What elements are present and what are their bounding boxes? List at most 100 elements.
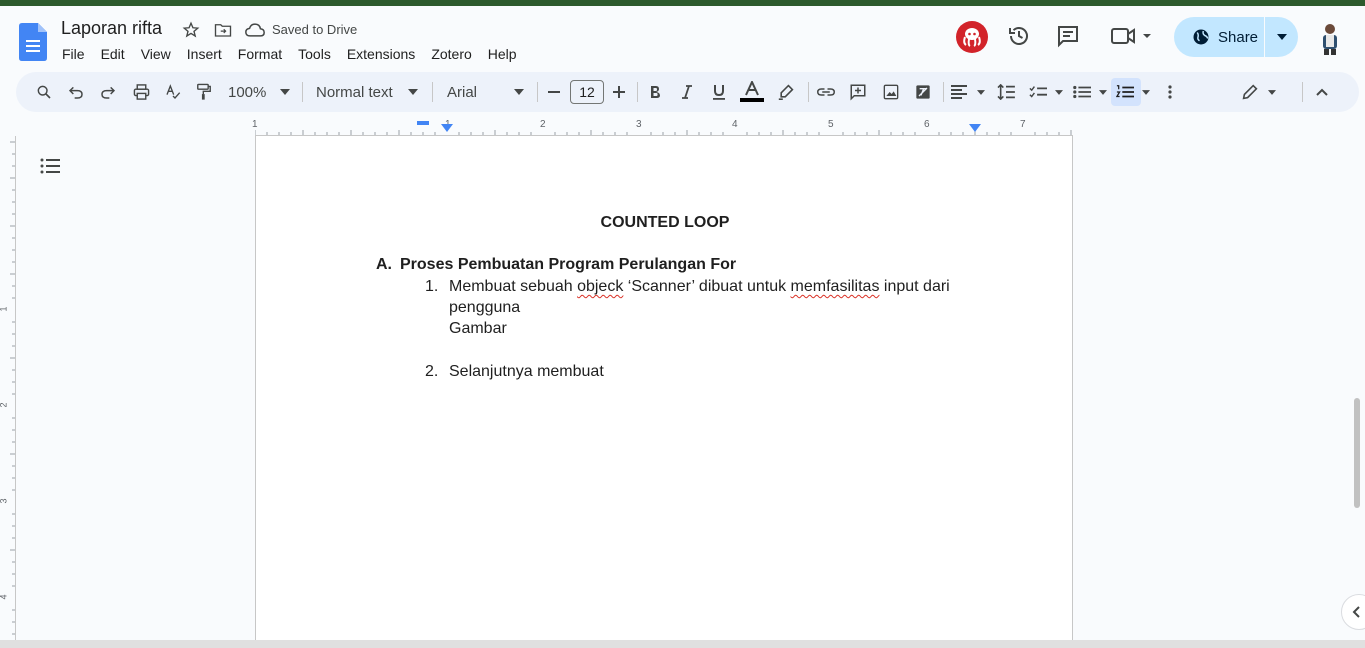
collapse-toolbar-icon[interactable] <box>1312 80 1332 104</box>
menu-view[interactable]: View <box>133 44 179 64</box>
clear-formatting-icon[interactable] <box>913 80 933 104</box>
document-outline-icon[interactable] <box>40 157 62 175</box>
align-select[interactable] <box>951 80 985 104</box>
paint-format-icon[interactable] <box>194 80 214 104</box>
ruler-number: 7 <box>1020 119 1026 130</box>
ruler-number: 3 <box>636 119 642 130</box>
undo-icon[interactable] <box>66 80 86 104</box>
user-avatar[interactable] <box>1316 21 1344 55</box>
list-item-text: Membuat sebuah objeck ‘Scanner’ dibuat u… <box>449 276 969 339</box>
vertical-scrollbar[interactable] <box>1354 398 1360 508</box>
globe-icon <box>1193 29 1209 45</box>
share-main[interactable]: Share <box>1174 17 1264 57</box>
first-line-indent-marker[interactable] <box>417 121 429 126</box>
version-history-icon[interactable] <box>1006 23 1032 49</box>
extension-octopus-icon[interactable] <box>956 21 988 53</box>
right-indent-marker[interactable] <box>969 124 981 134</box>
menu-edit[interactable]: Edit <box>93 44 133 64</box>
caret-down-icon <box>408 89 418 95</box>
cloud-saved-icon[interactable] <box>245 20 265 40</box>
insert-link-icon[interactable] <box>816 80 836 104</box>
caret-down-icon <box>977 89 985 95</box>
menu-tools[interactable]: Tools <box>290 44 339 64</box>
list-item-continuation: Gambar <box>449 320 507 337</box>
menu-zotero[interactable]: Zotero <box>423 44 479 64</box>
star-icon[interactable] <box>181 20 201 40</box>
add-comment-icon[interactable] <box>848 80 868 104</box>
caret-down-icon <box>280 89 290 95</box>
numbered-list-select[interactable] <box>1116 80 1150 104</box>
line-spacing-icon[interactable] <box>996 80 1016 104</box>
pencil-icon <box>1242 84 1258 100</box>
side-panel-toggle[interactable] <box>1341 594 1365 630</box>
caret-down-icon <box>1099 89 1107 95</box>
ruler-number: 5 <box>828 119 834 130</box>
underline-icon[interactable] <box>710 80 728 104</box>
font-family-select[interactable]: Arial <box>447 80 524 104</box>
document-title[interactable]: Laporan rifta <box>61 18 162 39</box>
spellcheck-icon[interactable] <box>163 80 183 104</box>
caret-down-icon <box>514 89 524 95</box>
vertical-ruler[interactable]: 1 2 3 4 <box>0 136 16 640</box>
zoom-select[interactable]: 100% <box>228 80 290 104</box>
print-icon[interactable] <box>131 80 151 104</box>
font-size-input[interactable]: 12 <box>570 80 604 104</box>
caret-down-icon <box>1142 89 1150 95</box>
toolbar-divider <box>943 82 944 102</box>
insert-image-icon[interactable] <box>881 80 901 104</box>
text-run: Membuat sebuah <box>449 278 578 295</box>
menu-format[interactable]: Format <box>230 44 290 64</box>
meet-icon[interactable] <box>1110 23 1154 49</box>
caret-down-icon <box>1268 89 1276 95</box>
numbered-list-icon <box>1116 85 1134 98</box>
caret-down-icon <box>1276 34 1287 40</box>
document-page[interactable]: COUNTED LOOP A. Proses Pembuatan Program … <box>255 136 1073 648</box>
more-options-icon[interactable] <box>1163 80 1177 104</box>
decrease-font-size-icon[interactable] <box>546 80 562 104</box>
style-value: Normal text <box>316 83 393 101</box>
misspelled-word[interactable]: objeck <box>577 278 623 295</box>
list-item-number: 1. <box>425 278 439 295</box>
checklist-select[interactable] <box>1029 80 1063 104</box>
save-status: Saved to Drive <box>272 22 358 37</box>
menu-file[interactable]: File <box>54 44 93 64</box>
increase-font-size-icon[interactable] <box>611 80 627 104</box>
toolbar-divider <box>1302 82 1303 102</box>
ruler-number: 2 <box>540 119 546 130</box>
text-run: ‘Scanner’ dibuat untuk <box>623 278 791 295</box>
comments-icon[interactable] <box>1055 23 1081 49</box>
search-menus-icon[interactable] <box>34 80 54 104</box>
left-indent-marker[interactable] <box>441 124 453 134</box>
ruler-number: 4 <box>732 119 738 130</box>
section-heading: A. Proses Pembuatan Program Perulangan Fo… <box>376 256 736 274</box>
share-button[interactable]: Share <box>1174 17 1298 57</box>
zoom-value: 100% <box>228 83 267 101</box>
share-dropdown[interactable] <box>1265 17 1298 57</box>
font-value: Arial <box>447 83 478 101</box>
text-color-icon[interactable] <box>740 80 764 104</box>
bold-icon[interactable] <box>646 80 664 104</box>
bullet-list-select[interactable] <box>1073 80 1107 104</box>
vruler-number: 2 <box>0 402 9 407</box>
misspelled-word[interactable]: memfasilitas <box>791 278 880 295</box>
vruler-number: 1 <box>0 306 9 311</box>
app-header: Laporan rifta Saved to Drive File Edit V… <box>0 6 1365 70</box>
vruler-number: 3 <box>0 498 9 503</box>
redo-icon[interactable] <box>98 80 118 104</box>
italic-icon[interactable] <box>678 80 696 104</box>
list-item-number: 2. <box>425 363 439 380</box>
vruler-baseline <box>15 136 16 640</box>
menu-help[interactable]: Help <box>480 44 525 64</box>
ruler-number: 1 <box>252 119 258 130</box>
align-left-icon <box>951 85 967 99</box>
paragraph-style-select[interactable]: Normal text <box>316 80 418 104</box>
docs-logo-icon[interactable] <box>19 23 47 61</box>
horizontal-ruler[interactable]: 1 1 2 3 4 5 6 7 <box>252 118 1073 136</box>
editing-mode-select[interactable] <box>1242 80 1276 104</box>
section-heading-text: Proses Pembuatan Program Perulangan For <box>400 256 737 273</box>
chevron-left-icon <box>1352 606 1360 618</box>
menu-insert[interactable]: Insert <box>179 44 230 64</box>
move-folder-icon[interactable] <box>213 20 233 40</box>
menu-extensions[interactable]: Extensions <box>339 44 423 64</box>
highlight-color-icon[interactable] <box>776 80 796 104</box>
